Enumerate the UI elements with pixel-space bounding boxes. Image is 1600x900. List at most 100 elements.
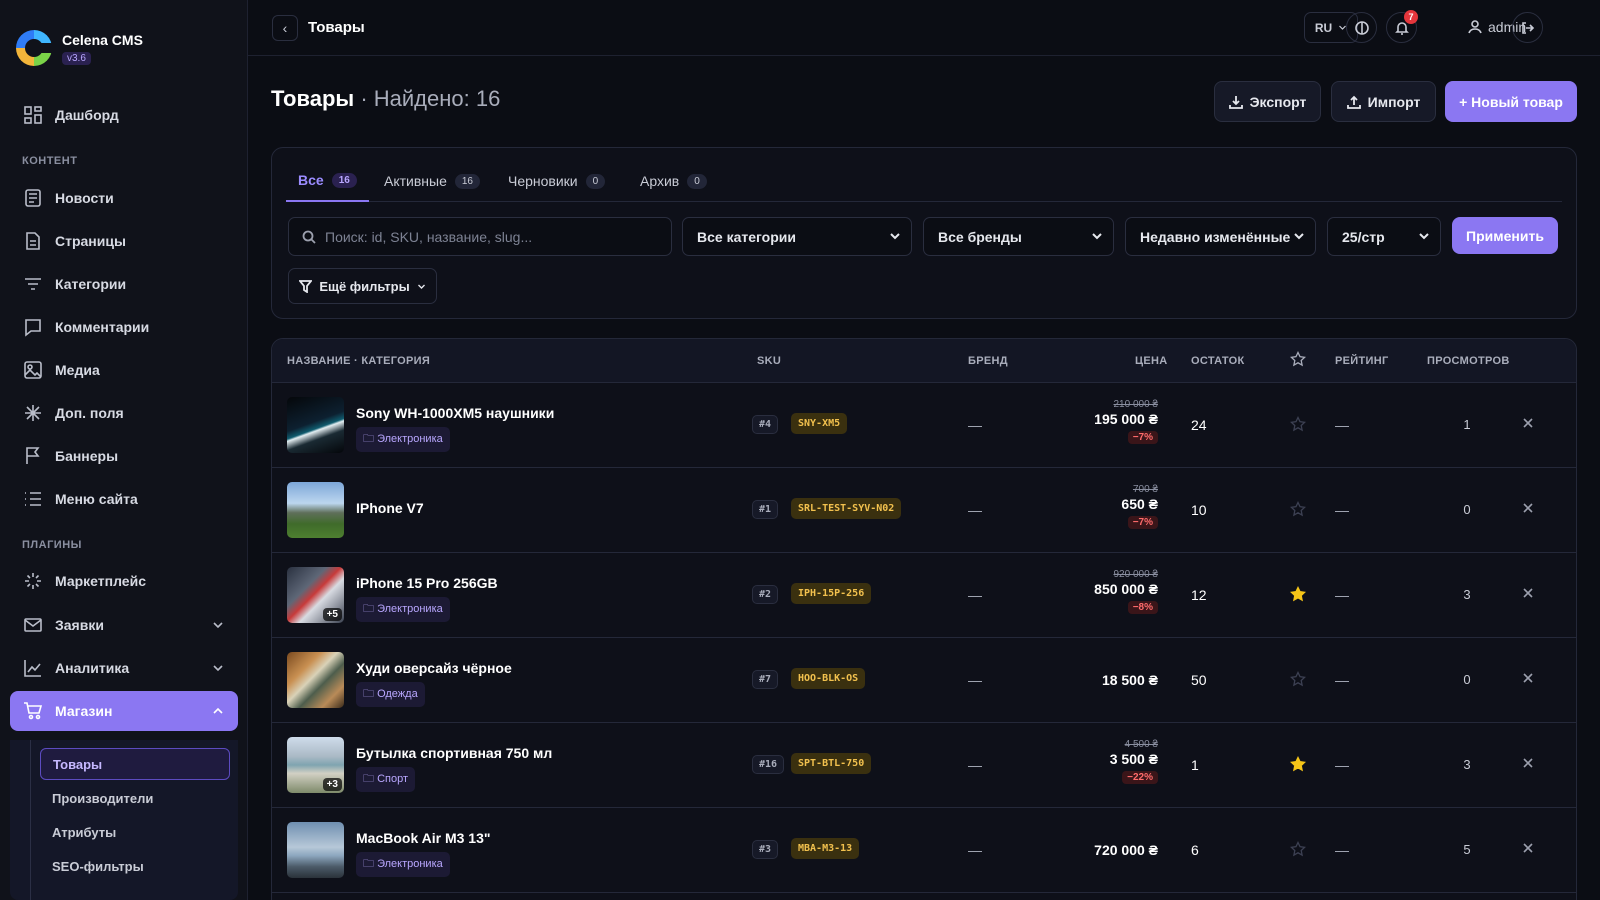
nav-categories[interactable]: Категории [10,264,238,304]
table-row[interactable]: Худи оверсайз чёрное 🗀 Одежда #7 HOO-BLK-OS… [272,638,1576,723]
table-row[interactable]: MacBook Air M3 13" 🗀 Электроника #3 MBA-M3-… [272,808,1576,893]
tab-all[interactable]: Все 16 [286,160,369,202]
tab-archive[interactable]: Архив 0 [628,160,719,202]
product-views: 5 [1463,842,1471,857]
nav-comments[interactable]: Комментарии [10,307,238,347]
nav-dashboard[interactable]: Дашборд [10,95,238,135]
table-row[interactable]: IPhone V7 #1 SRL-TEST-SYV-N02 — 700 ₴ 650 ₴ −7… [272,468,1576,553]
product-sku: SPT-BTL-750 [791,753,872,774]
nav-requests-label: Заявки [55,617,104,633]
nav-site-menu[interactable]: Меню сайта [10,479,238,519]
product-thumbnail[interactable]: +3 [287,737,344,793]
product-thumbnail[interactable] [287,482,344,538]
featured-star-icon[interactable] [1290,671,1306,687]
nav-pages[interactable]: Страницы [10,221,238,261]
table-row[interactable]: +5 iPhone 15 Pro 256GB 🗀 Электроника #2 IPH-… [272,553,1576,638]
per-page-select[interactable]: 25/стр [1327,217,1441,256]
product-category[interactable]: 🗀 Электроника [356,852,450,877]
star-header-icon[interactable] [1290,351,1306,367]
product-category[interactable]: 🗀 Одежда [356,682,425,707]
nav-media-label: Медиа [55,362,100,378]
sort-select[interactable]: Недавно изменённые [1125,217,1316,256]
featured-star-icon[interactable] [1290,841,1306,857]
product-thumbnail[interactable] [287,652,344,708]
logout-button[interactable] [1512,12,1543,43]
product-category[interactable]: 🗀 Электроника [356,427,450,452]
product-price: 720 000 ₴ [1094,841,1158,858]
featured-star-icon[interactable] [1290,416,1306,432]
notifications-button[interactable]: 7 [1386,10,1418,43]
close-icon[interactable] [1521,416,1535,430]
back-button[interactable]: ‹ [272,15,298,41]
contrast-icon [1354,20,1369,35]
nav-marketplace[interactable]: Маркетплейс [10,561,238,601]
nav-site-menu-label: Меню сайта [55,491,138,507]
close-icon[interactable] [1521,841,1535,855]
logo[interactable]: Celena CMS v3.6 [16,30,143,66]
close-icon[interactable] [1521,501,1535,515]
nav-media[interactable]: Медиа [10,350,238,390]
nav-analytics[interactable]: Аналитика [10,648,238,688]
product-name[interactable]: Sony WH-1000XM5 наушники [356,405,554,421]
product-thumbnail[interactable] [287,822,344,878]
product-views: 0 [1463,672,1471,687]
theme-toggle-button[interactable] [1346,12,1377,43]
more-filters-button[interactable]: Ещё фильтры [288,268,437,304]
close-icon[interactable] [1521,756,1535,770]
tab-drafts[interactable]: Черновики 0 [496,160,617,202]
chevron-up-icon [213,707,223,714]
product-name[interactable]: iPhone 15 Pro 256GB [356,575,498,591]
language-label: RU [1314,20,1333,35]
nav-requests[interactable]: Заявки [10,605,238,645]
featured-star-icon[interactable] [1290,756,1306,772]
sub-seo-filters[interactable]: SEO-фильтры [40,850,230,882]
table-row[interactable]: +3 Бутылка спортивная 750 мл 🗀 Спорт #16 SPT… [272,723,1576,808]
nav-banners[interactable]: Баннеры [10,436,238,476]
nav-news[interactable]: Новости [10,178,238,218]
col-rating[interactable]: РЕЙТИНГ [1335,355,1389,367]
col-price[interactable]: ЦЕНА [1135,355,1167,367]
per-page-value: 25/стр [1342,228,1385,245]
category-select[interactable]: Все категории [682,217,912,256]
col-brand[interactable]: БРЕНД [968,355,1008,367]
filter-icon [299,279,313,293]
chevron-down-icon [890,233,900,240]
tab-active[interactable]: Активные 16 [372,160,492,202]
nav-extra-fields[interactable]: Доп. поля [10,393,238,433]
section-plugins: ПЛАГИНЫ [22,539,82,551]
col-stock[interactable]: ОСТАТОК [1191,355,1244,367]
sub-manufacturers[interactable]: Производители [40,782,230,814]
nav-shop[interactable]: Магазин [10,691,238,731]
product-category[interactable]: 🗀 Спорт [356,767,415,792]
product-name[interactable]: Худи оверсайз чёрное [356,660,512,676]
export-label: Экспорт [1249,93,1307,110]
product-thumbnail[interactable]: +5 [287,567,344,623]
close-icon[interactable] [1521,586,1535,600]
apply-button[interactable]: Применить [1452,217,1558,254]
product-name[interactable]: IPhone V7 [356,500,424,516]
col-views[interactable]: ПРОСМОТРОВ [1427,355,1510,367]
old-price: 700 ₴ [1132,484,1158,495]
table-row[interactable]: Sony WH-1000XM5 наушники 🗀 Электроника #4 S… [272,383,1576,468]
featured-star-icon[interactable] [1290,501,1306,517]
search-input[interactable]: Поиск: id, SKU, название, slug... [288,217,672,256]
product-category[interactable]: 🗀 Электроника [356,597,450,622]
product-thumbnail[interactable] [287,397,344,453]
col-sku[interactable]: SKU [757,355,781,367]
export-button[interactable]: Экспорт [1214,81,1321,122]
product-category-label: Одежда [377,688,418,700]
sub-products[interactable]: Товары [40,748,230,780]
product-name[interactable]: Бутылка спортивная 750 мл [356,745,552,761]
import-button[interactable]: Импорт [1331,81,1436,122]
old-price: 4 500 ₴ [1124,739,1158,750]
product-name[interactable]: MacBook Air M3 13" [356,830,491,846]
new-product-button[interactable]: + Новый товар [1445,81,1577,122]
product-brand: — [968,502,982,518]
brand-select[interactable]: Все бренды [923,217,1114,256]
featured-star-icon[interactable] [1290,586,1306,602]
col-name[interactable]: НАЗВАНИЕ · КАТЕГОРИЯ [287,355,430,367]
sub-attributes[interactable]: Атрибуты [40,816,230,848]
close-icon[interactable] [1521,671,1535,685]
tab-archive-label: Архив [640,173,680,189]
nav-banners-label: Баннеры [55,448,119,464]
